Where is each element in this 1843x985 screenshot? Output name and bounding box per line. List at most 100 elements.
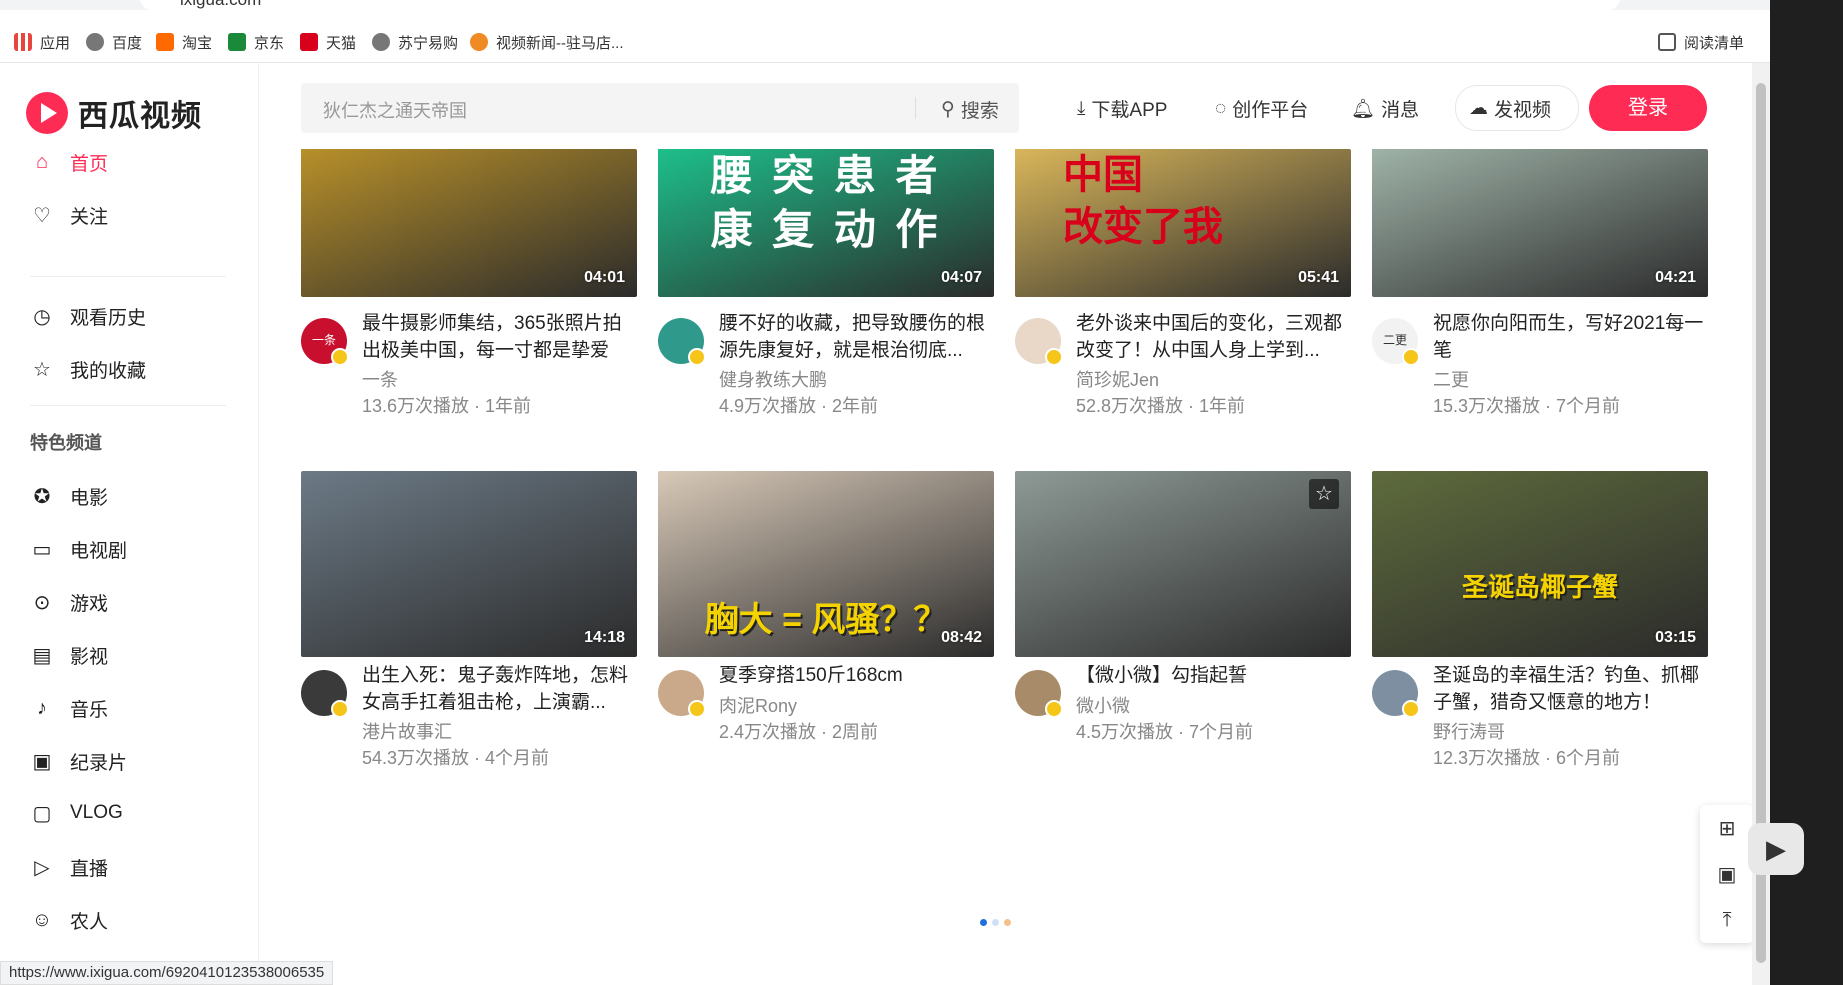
reading-list[interactable]: 阅读清单: [1658, 30, 1744, 54]
address-bar[interactable]: ixigua.com: [140, 0, 1620, 10]
bookmark-apps[interactable]: 应用: [14, 30, 70, 54]
apps-icon: [14, 33, 32, 51]
search-box[interactable]: 狄仁杰之通天帝国 ⚲ 搜索: [301, 83, 1019, 133]
video-author[interactable]: 微小微: [1076, 692, 1130, 718]
video-meta: 15.3万次播放 · 7个月前: [1433, 396, 1621, 416]
video-author[interactable]: 一条: [362, 366, 398, 392]
bookmark-baidu[interactable]: 百度: [86, 30, 142, 54]
news-icon: [470, 33, 488, 51]
video-title[interactable]: 圣诞岛的幸福生活？钓鱼、抓椰子蟹，猎奇又惬意的地方！: [1433, 662, 1708, 716]
mini-player-button[interactable]: ▶: [1748, 823, 1804, 875]
sidebar-item-home[interactable]: ⌂ 首页: [30, 149, 108, 176]
video-duration: 05:41: [1298, 269, 1339, 286]
sidebar-item-music[interactable]: ♪ 音乐: [30, 695, 108, 722]
video-title[interactable]: 夏季穿搭150斤168cm: [719, 662, 994, 689]
avatar[interactable]: 一条: [301, 318, 349, 366]
messages-label: 消息: [1381, 100, 1420, 121]
clapper-icon: ▤: [32, 645, 52, 667]
verified-badge-icon: [1045, 348, 1063, 366]
video-title[interactable]: 腰不好的收藏，把导致腰伤的根源先康复好，就是根治彻底...: [719, 310, 994, 364]
video-thumbnail[interactable]: 中国 改变了我 05:41: [1015, 149, 1351, 297]
login-button[interactable]: 登录: [1589, 85, 1707, 131]
bookmark-suning[interactable]: 苏宁易购: [372, 30, 458, 54]
messages-button[interactable]: 🔔︎ 消息: [1351, 95, 1419, 122]
video-thumbnail[interactable]: 04:01: [301, 149, 637, 297]
sidebar-item-tv[interactable]: ▭ 电视剧: [30, 536, 127, 563]
video-author[interactable]: 野行涛哥: [1433, 718, 1505, 744]
verified-badge-icon: [1045, 700, 1063, 718]
search-input[interactable]: 狄仁杰之通天帝国: [323, 97, 467, 123]
sidebar-item-follow[interactable]: ♡ 关注: [30, 202, 108, 229]
creator-label: 创作平台: [1232, 100, 1309, 121]
video-author[interactable]: 简珍妮Jen: [1076, 366, 1159, 392]
video-title[interactable]: 老外谈来中国后的变化，三观都改变了！从中国人身上学到...: [1076, 310, 1351, 364]
bookmark-label: 应用: [40, 34, 71, 52]
creator-platform-button[interactable]: ◌ 创作平台: [1215, 95, 1308, 122]
comment-button[interactable]: ▣: [1700, 851, 1754, 897]
bookmark-label: 百度: [112, 34, 143, 52]
bookmark-news[interactable]: 视频新闻--驻马店...: [470, 30, 624, 54]
address-bar-url: ixigua.com: [180, 0, 261, 10]
avatar-text: 一条: [311, 333, 336, 347]
sidebar-item-vlog[interactable]: ▢ VLOG: [30, 801, 123, 825]
search-button[interactable]: ⚲ 搜索: [941, 96, 999, 123]
video-meta: 4.5万次播放 · 7个月前: [1076, 722, 1254, 742]
video-meta: 12.3万次播放 · 6个月前: [1433, 748, 1621, 768]
sidebar-item-live[interactable]: ▷ 直播: [30, 854, 108, 881]
sidebar-item-label: 游戏: [70, 594, 109, 615]
comment-icon: ▣: [1717, 863, 1737, 886]
favorite-star-icon[interactable]: ☆: [1309, 479, 1339, 509]
sidebar-item-film[interactable]: ▤ 影视: [30, 642, 108, 669]
bookmark-label: 天猫: [326, 34, 357, 52]
avatar[interactable]: [1372, 670, 1420, 718]
video-title[interactable]: 出生入死：鬼子轰炸阵地，怎料女高手扛着狙击枪，上演霸...: [362, 662, 637, 716]
video-author[interactable]: 二更: [1433, 366, 1469, 392]
home-icon: ⌂: [35, 151, 49, 173]
video-thumbnail[interactable]: 胸大 = 风骚？？ 08:42: [658, 471, 994, 657]
bookmark-jd[interactable]: 京东: [228, 30, 284, 54]
sidebar-item-movie[interactable]: ✪ 电影: [30, 483, 108, 510]
bookmark-tmall[interactable]: 天猫: [300, 30, 356, 54]
video-thumbnail[interactable]: 腰 突 患 者 康 复 动 作 04:07: [658, 149, 994, 297]
sidebar-item-history[interactable]: ◷ 观看历史: [30, 303, 146, 330]
carousel-dot-active[interactable]: [980, 919, 987, 926]
logo[interactable]: 西瓜视频: [26, 91, 202, 135]
sidebar-item-favorites[interactable]: ☆ 我的收藏: [30, 356, 146, 383]
avatar[interactable]: [1015, 670, 1063, 718]
video-title[interactable]: 最牛摄影师集结，365张照片拍出极美中国，每一寸都是挚爱: [362, 310, 637, 364]
video-author[interactable]: 肉泥Rony: [719, 692, 797, 718]
sidebar-item-farmer[interactable]: ☺ 农人: [30, 907, 108, 934]
upload-video-label-wrap[interactable]: ☁ 发视频: [1469, 95, 1551, 122]
video-thumbnail[interactable]: 04:21: [1372, 149, 1708, 297]
video-title[interactable]: 【微小微】勾指起誓: [1076, 662, 1351, 689]
avatar[interactable]: [1015, 318, 1063, 366]
video-thumbnail[interactable]: 14:18: [301, 471, 637, 657]
video-author[interactable]: 港片故事汇: [362, 718, 452, 744]
gamepad-icon: ⊙: [33, 592, 51, 614]
video-thumbnail[interactable]: 圣诞岛椰子蟹 03:15: [1372, 471, 1708, 657]
avatar[interactable]: [658, 670, 706, 718]
avatar[interactable]: [658, 318, 706, 366]
video-thumbnail[interactable]: ☆: [1015, 471, 1351, 657]
download-app-button[interactable]: ⤓ 下载APP: [1077, 95, 1167, 122]
cloud-upload-icon: ☁: [1469, 98, 1488, 119]
avatar[interactable]: [301, 670, 349, 718]
bookmark-label: 淘宝: [182, 34, 213, 52]
reading-list-icon: [1658, 33, 1676, 51]
sidebar-item-label: 音乐: [70, 700, 109, 721]
search-button-label: 搜索: [960, 101, 999, 122]
video-title[interactable]: 祝愿你向阳而生，写好2021每一笔: [1433, 310, 1708, 364]
sidebar-item-label: 农人: [70, 912, 109, 933]
video-meta: 52.8万次播放 · 1年前: [1076, 396, 1246, 416]
video-author[interactable]: 健身教练大鹏: [719, 366, 827, 392]
back-to-top-button[interactable]: ⤒: [1700, 897, 1754, 943]
sidebar-item-documentary[interactable]: ▣ 纪录片: [30, 748, 127, 775]
feedback-button[interactable]: ⊞: [1700, 805, 1754, 851]
sidebar-item-label: 我的收藏: [70, 361, 147, 382]
carousel-dot[interactable]: [992, 919, 999, 926]
sidebar-item-game[interactable]: ⊙ 游戏: [30, 589, 108, 616]
avatar[interactable]: 二更: [1372, 318, 1420, 366]
carousel-dot[interactable]: [1004, 919, 1011, 926]
bookmark-taobao[interactable]: 淘宝: [156, 30, 212, 54]
upload-label: 发视频: [1494, 100, 1552, 121]
